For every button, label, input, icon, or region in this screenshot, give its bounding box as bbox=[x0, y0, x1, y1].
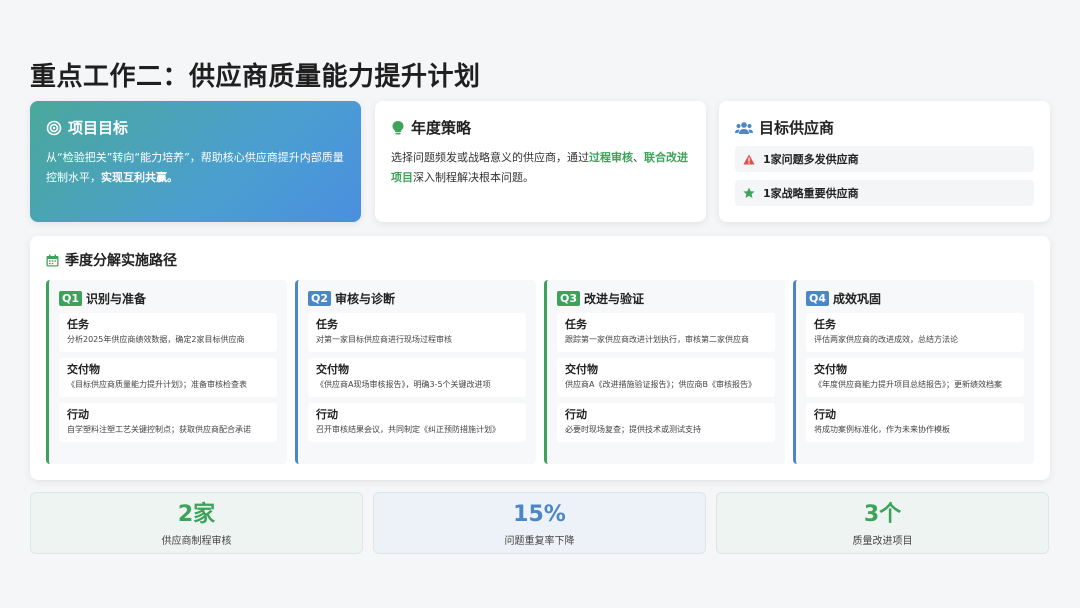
targets-card: 目标供应商 1家问题多发供应商 1家战略重要供应商 bbox=[719, 101, 1050, 222]
quarter-task-text: 跟踪第一家供应商改进计划执行，审核第二家供应商 bbox=[565, 335, 749, 344]
targets-card-header: 目标供应商 bbox=[735, 117, 1034, 138]
page-title: 重点工作二：供应商质量能力提升计划 bbox=[30, 62, 481, 92]
quarter-name: 改进与验证 bbox=[584, 292, 645, 306]
stat-improvement-projects: 3个 质量改进项目 bbox=[716, 492, 1049, 554]
stat-repeat-rate: 15% 问题重复率下降 bbox=[373, 492, 706, 554]
star-icon bbox=[743, 187, 755, 199]
stat-caption: 问题重复率下降 bbox=[504, 536, 575, 547]
target-icon bbox=[46, 120, 62, 136]
stat-caption: 质量改进项目 bbox=[852, 536, 913, 547]
stat-value: 3个 bbox=[863, 502, 902, 527]
quarter-deliverable-label: 交付物 bbox=[67, 363, 100, 376]
quarter-badge: Q3 bbox=[557, 291, 581, 306]
quarter-deliverable-label: 交付物 bbox=[316, 363, 349, 376]
goal-title: 项目目标 bbox=[68, 119, 129, 137]
quarter-task: 任务分析2025年供应商绩效数据，确定2家目标供应商 bbox=[59, 313, 277, 352]
stat-supplier-audit: 2家 供应商制程审核 bbox=[30, 492, 363, 554]
lightbulb-icon bbox=[391, 120, 405, 136]
quarter-action-label: 行动 bbox=[67, 408, 89, 421]
quarter-column-q3: Q3 改进与验证 任务跟踪第一家供应商改进计划执行，审核第二家供应商 交付物供应商… bbox=[544, 280, 785, 464]
quarter-task-label: 任务 bbox=[316, 318, 338, 331]
quarter-deliverable-label: 交付物 bbox=[814, 363, 847, 376]
quarter-deliverable: 交付物《供应商A现场审核报告》，明确3-5个关键改进项 bbox=[308, 358, 526, 397]
users-icon bbox=[735, 121, 753, 135]
quarter-name: 成效巩固 bbox=[833, 292, 882, 306]
goal-card-header: 项目目标 bbox=[46, 117, 345, 138]
stat-caption: 供应商制程审核 bbox=[161, 536, 232, 547]
strategy-card: 年度策略 选择问题频发或战略意义的供应商，通过过程审核、联合改进项目深入制程解决… bbox=[375, 101, 706, 222]
quarter-name: 识别与准备 bbox=[86, 292, 147, 306]
quarter-action: 行动自学塑料注塑工艺关键控制点；获取供应商配合承诺 bbox=[59, 403, 277, 442]
goal-text-main: 从“检验把关”转向“能力培养”，帮助核心供应商提升内部质量控制水平， bbox=[46, 151, 344, 184]
quarter-deliverable-text: 《目标供应商质量能力提升计划》；准备审核检查表 bbox=[67, 380, 247, 389]
warning-icon bbox=[743, 154, 755, 165]
strategy-text-a: 选择问题频发或战略意义的供应商，通过 bbox=[391, 151, 589, 164]
quarter-column-q2: Q2 审核与诊断 任务对第一家目标供应商进行现场过程审核 交付物《供应商A现场审核… bbox=[295, 280, 536, 464]
quarter-task-text: 评估两家供应商的改进成效，总结方法论 bbox=[814, 335, 958, 344]
quarter-task-label: 任务 bbox=[814, 318, 836, 331]
goal-text-strong: 实现互利共赢。 bbox=[101, 171, 178, 184]
quarter-badge: Q4 bbox=[806, 291, 830, 306]
quarter-name: 审核与诊断 bbox=[335, 292, 396, 306]
quarter-header: Q3 改进与验证 bbox=[557, 290, 775, 307]
quarter-task-text: 对第一家目标供应商进行现场过程审核 bbox=[316, 335, 452, 344]
quarterly-plan-section: 季度分解实施路径 Q1 识别与准备 任务分析2025年供应商绩效数据，确定2家目标… bbox=[30, 236, 1050, 480]
quarter-column-q1: Q1 识别与准备 任务分析2025年供应商绩效数据，确定2家目标供应商 交付物《目… bbox=[46, 280, 287, 464]
strategy-separator: 、 bbox=[633, 151, 644, 164]
quarter-task: 任务跟踪第一家供应商改进计划执行，审核第二家供应商 bbox=[557, 313, 775, 352]
strategy-card-header: 年度策略 bbox=[391, 117, 690, 138]
goal-card: 项目目标 从“检验把关”转向“能力培养”，帮助核心供应商提升内部质量控制水平，实… bbox=[30, 101, 361, 222]
stat-value: 15% bbox=[513, 502, 566, 527]
quarter-action-text: 自学塑料注塑工艺关键控制点；获取供应商配合承诺 bbox=[67, 425, 251, 434]
quarter-badge: Q1 bbox=[59, 291, 83, 306]
quarter-header: Q1 识别与准备 bbox=[59, 290, 277, 307]
quarter-task: 任务对第一家目标供应商进行现场过程审核 bbox=[308, 313, 526, 352]
quarter-badge: Q2 bbox=[308, 291, 332, 306]
target-item-label: 1家战略重要供应商 bbox=[763, 187, 859, 200]
strategy-text: 选择问题频发或战略意义的供应商，通过过程审核、联合改进项目深入制程解决根本问题。 bbox=[391, 148, 690, 188]
quarter-action-label: 行动 bbox=[814, 408, 836, 421]
quarter-column-q4: Q4 成效巩固 任务评估两家供应商的改进成效，总结方法论 交付物《年度供应商能力提… bbox=[793, 280, 1034, 464]
quarter-action-text: 召开审核结果会议，共同制定《纠正预防措施计划》 bbox=[316, 425, 500, 434]
quarter-columns: Q1 识别与准备 任务分析2025年供应商绩效数据，确定2家目标供应商 交付物《目… bbox=[46, 280, 1034, 464]
quarter-deliverable-text: 《供应商A现场审核报告》，明确3-5个关键改进项 bbox=[316, 380, 491, 389]
quarter-header: Q4 成效巩固 bbox=[806, 290, 1024, 307]
quarter-deliverable-text: 《年度供应商能力提升项目总结报告》；更新绩效档案 bbox=[814, 380, 1002, 389]
quarter-task-label: 任务 bbox=[565, 318, 587, 331]
stat-value: 2家 bbox=[177, 502, 216, 527]
quarter-deliverable-label: 交付物 bbox=[565, 363, 598, 376]
targets-title: 目标供应商 bbox=[759, 119, 835, 137]
goal-text: 从“检验把关”转向“能力培养”，帮助核心供应商提升内部质量控制水平，实现互利共赢… bbox=[46, 148, 345, 188]
quarterly-plan-header: 季度分解实施路径 bbox=[46, 250, 1034, 270]
quarter-task-label: 任务 bbox=[67, 318, 89, 331]
quarter-action-text: 必要时现场复查；提供技术或测试支持 bbox=[565, 425, 701, 434]
quarterly-plan-title: 季度分解实施路径 bbox=[65, 253, 177, 269]
calendar-icon bbox=[46, 254, 59, 267]
quarter-task-text: 分析2025年供应商绩效数据，确定2家目标供应商 bbox=[67, 335, 245, 344]
quarter-deliverable: 交付物供应商A《改进措施验证报告》；供应商B《审核报告》 bbox=[557, 358, 775, 397]
target-item: 1家战略重要供应商 bbox=[735, 180, 1034, 206]
quarter-action-label: 行动 bbox=[316, 408, 338, 421]
strategy-title: 年度策略 bbox=[411, 119, 472, 137]
strategy-highlight-1: 过程审核 bbox=[589, 151, 633, 164]
quarter-deliverable: 交付物《年度供应商能力提升项目总结报告》；更新绩效档案 bbox=[806, 358, 1024, 397]
target-item-label: 1家问题多发供应商 bbox=[763, 153, 859, 166]
quarter-action: 行动必要时现场复查；提供技术或测试支持 bbox=[557, 403, 775, 442]
quarter-action: 行动将成功案例标准化，作为未来协作模板 bbox=[806, 403, 1024, 442]
quarter-header: Q2 审核与诊断 bbox=[308, 290, 526, 307]
quarter-deliverable: 交付物《目标供应商质量能力提升计划》；准备审核检查表 bbox=[59, 358, 277, 397]
target-item: 1家问题多发供应商 bbox=[735, 146, 1034, 172]
quarter-deliverable-text: 供应商A《改进措施验证报告》；供应商B《审核报告》 bbox=[565, 380, 756, 389]
quarter-action: 行动召开审核结果会议，共同制定《纠正预防措施计划》 bbox=[308, 403, 526, 442]
strategy-text-b: 深入制程解决根本问题。 bbox=[413, 171, 534, 184]
quarter-action-label: 行动 bbox=[565, 408, 587, 421]
quarter-task: 任务评估两家供应商的改进成效，总结方法论 bbox=[806, 313, 1024, 352]
quarter-action-text: 将成功案例标准化，作为未来协作模板 bbox=[814, 425, 950, 434]
